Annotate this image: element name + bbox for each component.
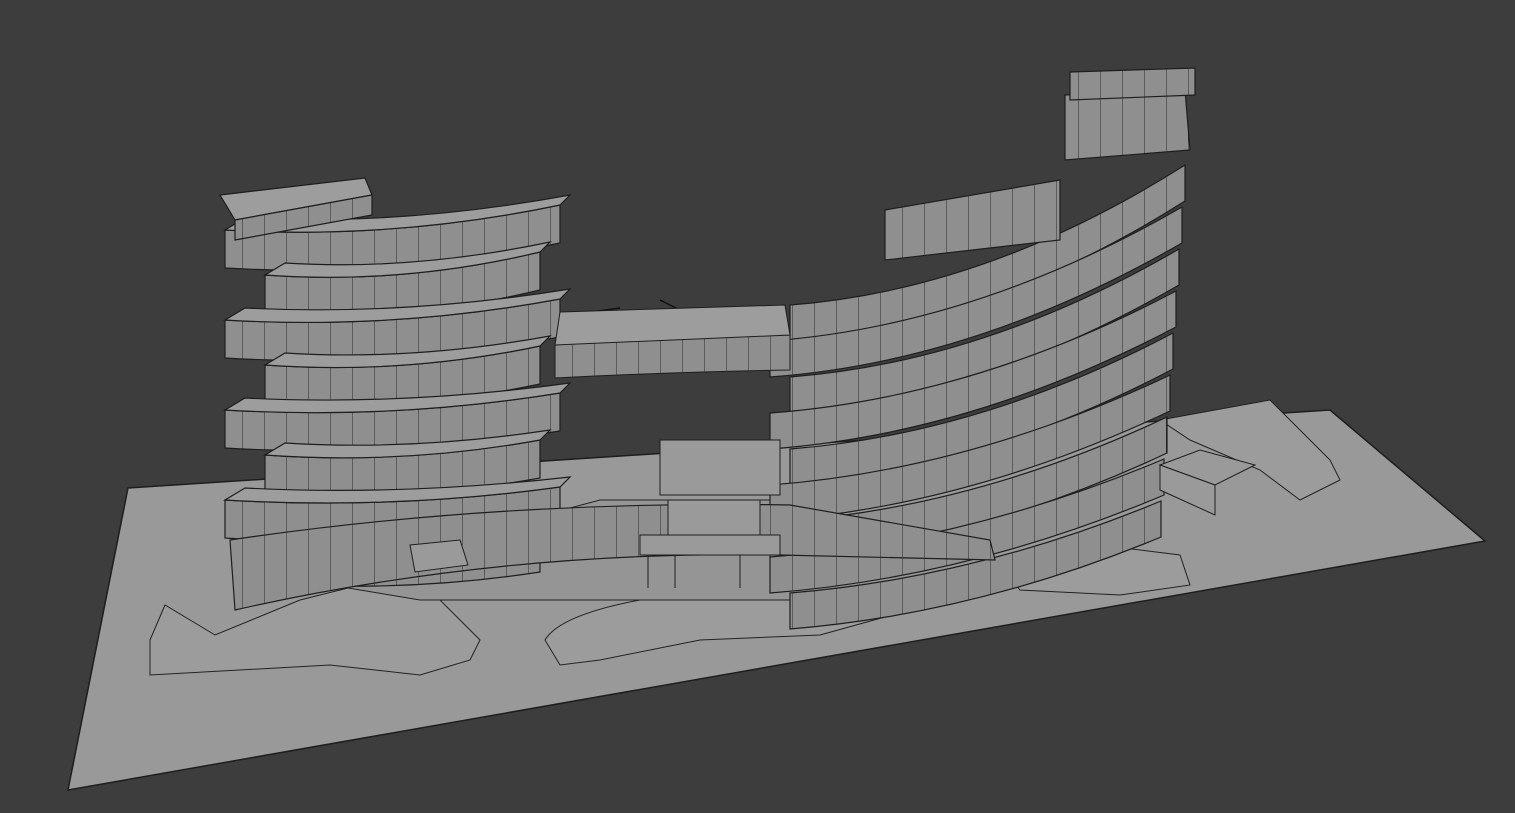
right-tower-upper bbox=[1064, 89, 1191, 161]
right-tower-top bbox=[1069, 67, 1196, 101]
3d-viewport[interactable]: (function(){ const g=document.getElement… bbox=[0, 0, 1515, 813]
bridge bbox=[554, 304, 791, 379]
